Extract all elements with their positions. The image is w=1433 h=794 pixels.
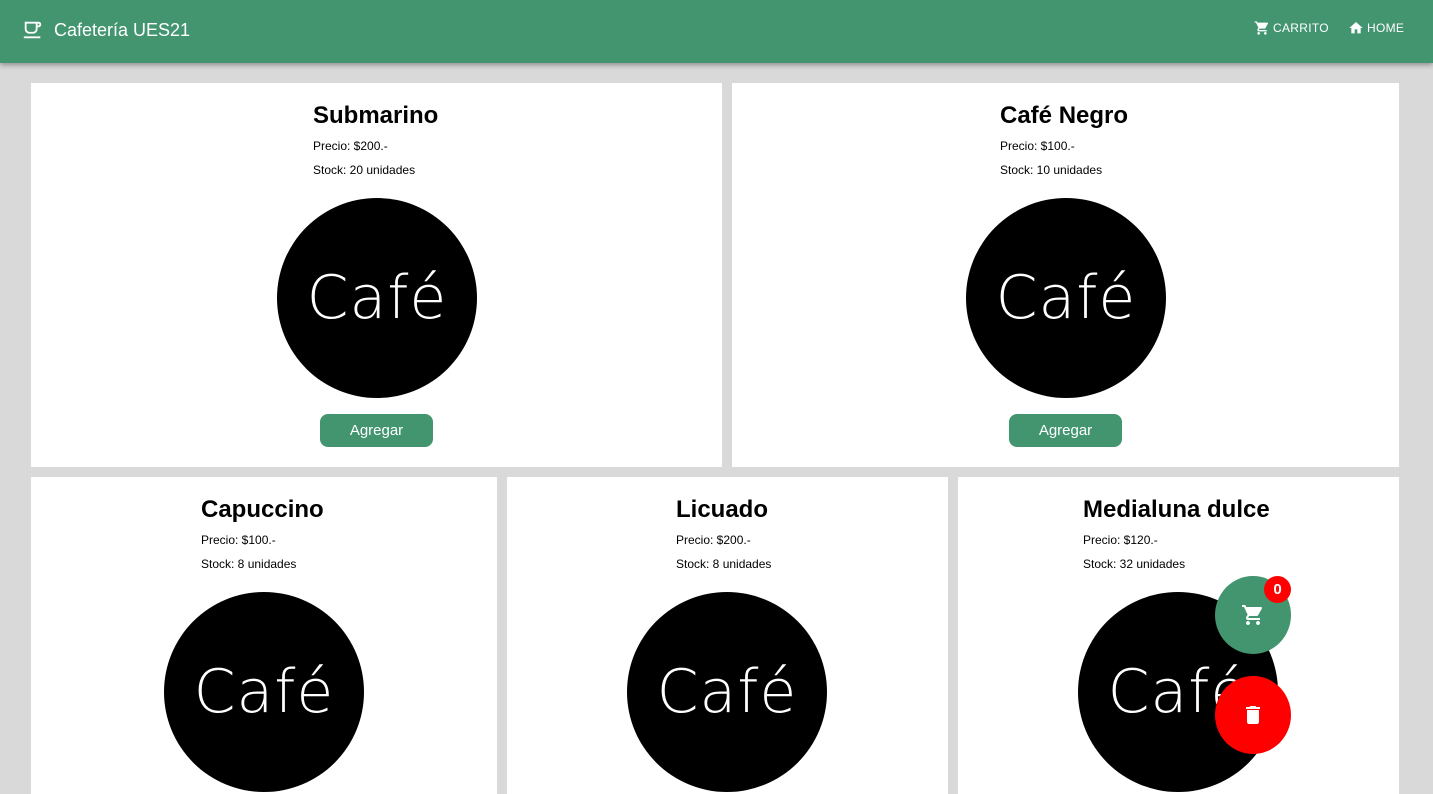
product-name: Licuado bbox=[676, 496, 769, 523]
product-stock: Stock: 10 unidades bbox=[1000, 163, 1103, 177]
product-name: Medialuna dulce bbox=[1083, 496, 1270, 523]
product-price: Precio: $100.- bbox=[1000, 139, 1075, 153]
product-name: Café Negro bbox=[1000, 102, 1129, 129]
add-button[interactable]: Agregar bbox=[320, 414, 433, 447]
product-name: Submarino bbox=[313, 102, 439, 129]
product-image: Café bbox=[966, 198, 1166, 398]
product-price: Precio: $100.- bbox=[201, 533, 276, 547]
product-name: Capuccino bbox=[201, 496, 324, 523]
nav-home-button[interactable]: HOME bbox=[1348, 20, 1404, 36]
product-stock: Stock: 8 unidades bbox=[201, 557, 297, 571]
product-card: Licuado Precio: $200.- Stock: 8 unidades… bbox=[507, 477, 948, 794]
product-stock: Stock: 32 unidades bbox=[1083, 557, 1186, 571]
product-stock: Stock: 20 unidades bbox=[313, 163, 416, 177]
cart-icon bbox=[1242, 605, 1263, 625]
product-stock: Stock: 8 unidades bbox=[676, 557, 772, 571]
product-image-text: Café bbox=[306, 263, 448, 333]
app-bar: Cafetería UES21 CARRITO HOME bbox=[0, 0, 1433, 63]
product-card: Medialuna dulce Precio: $120.- Stock: 32… bbox=[958, 477, 1399, 794]
product-image: Café bbox=[164, 592, 364, 792]
product-card: Capuccino Precio: $100.- Stock: 8 unidad… bbox=[31, 477, 497, 794]
product-image: Café bbox=[627, 592, 827, 792]
app-title: Cafetería UES21 bbox=[54, 19, 191, 40]
nav-cart-button[interactable]: CARRITO bbox=[1254, 20, 1329, 36]
product-image: Café bbox=[277, 198, 477, 398]
product-card: Café Negro Precio: $100.- Stock: 10 unid… bbox=[732, 83, 1399, 467]
product-image-text: Café bbox=[193, 657, 335, 727]
product-price: Precio: $200.- bbox=[676, 533, 751, 547]
nav-home-label: HOME bbox=[1367, 21, 1405, 35]
nav-cart-label: CARRITO bbox=[1273, 21, 1329, 35]
coffee-cup-icon bbox=[23, 21, 42, 39]
brand: Cafetería UES21 bbox=[22, 19, 190, 41]
product-price: Precio: $120.- bbox=[1083, 533, 1158, 547]
home-icon bbox=[1349, 22, 1363, 34]
product-card: Submarino Precio: $200.- Stock: 20 unida… bbox=[31, 83, 722, 467]
cart-count-badge: 0 bbox=[1264, 576, 1291, 603]
cart-icon bbox=[1254, 21, 1269, 35]
product-price: Precio: $200.- bbox=[313, 139, 388, 153]
add-button[interactable]: Agregar bbox=[1009, 414, 1122, 447]
trash-icon bbox=[1246, 706, 1260, 724]
product-image-text: Café bbox=[656, 657, 798, 727]
clear-cart-fab-button[interactable] bbox=[1215, 676, 1291, 754]
product-image-text: Café bbox=[995, 263, 1137, 333]
